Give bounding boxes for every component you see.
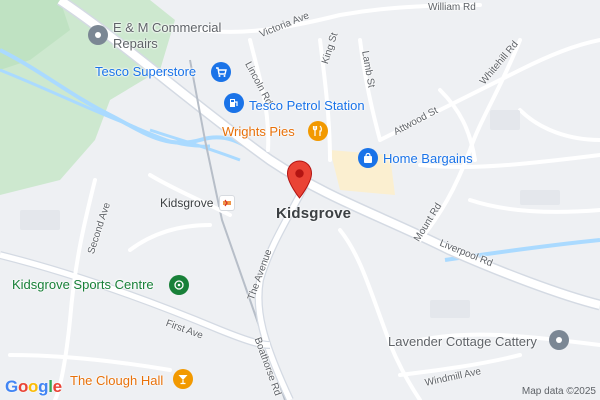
poi-label-home-bargains[interactable]: Home Bargains <box>383 151 473 166</box>
cocktail-icon[interactable] <box>173 369 193 389</box>
street-label-william-rd: William Rd <box>428 2 476 13</box>
train-station-icon[interactable] <box>219 195 235 211</box>
poi-label-tesco-petrol[interactable]: Tesco Petrol Station <box>249 98 365 113</box>
poi-label-sports-centre[interactable]: Kidsgrove Sports Centre <box>12 277 154 292</box>
poi-label-tesco-superstore[interactable]: Tesco Superstore <box>95 64 196 79</box>
station-label[interactable]: Kidsgrove <box>160 196 213 210</box>
pet-service-icon[interactable] <box>549 330 569 350</box>
map-canvas[interactable]: William Rd Victoria Ave Lincoln Rd King … <box>0 0 600 400</box>
poi-label-lavender-cattery[interactable]: Lavender Cottage Cattery <box>388 334 537 349</box>
poi-label-em-repairs[interactable]: E & M Commercial <box>113 20 221 35</box>
poi-label-em-repairs-line2[interactable]: Repairs <box>113 36 158 51</box>
poi-label-clough-hall[interactable]: The Clough Hall <box>70 373 163 388</box>
google-logo: Google <box>5 377 62 396</box>
shopping-bag-icon[interactable] <box>358 148 378 168</box>
location-marker-icon[interactable] <box>286 160 313 200</box>
map-attribution[interactable]: Map data ©2025 <box>522 386 596 397</box>
poi-label-wrights-pies[interactable]: Wrights Pies <box>222 124 295 139</box>
shopping-cart-icon[interactable] <box>211 62 231 82</box>
fuel-icon[interactable] <box>224 93 244 113</box>
restaurant-icon[interactable] <box>308 121 328 141</box>
repair-pin-icon[interactable] <box>88 25 108 45</box>
sports-icon[interactable] <box>169 275 189 295</box>
town-label-kidsgrove: Kidsgrove <box>276 205 352 222</box>
